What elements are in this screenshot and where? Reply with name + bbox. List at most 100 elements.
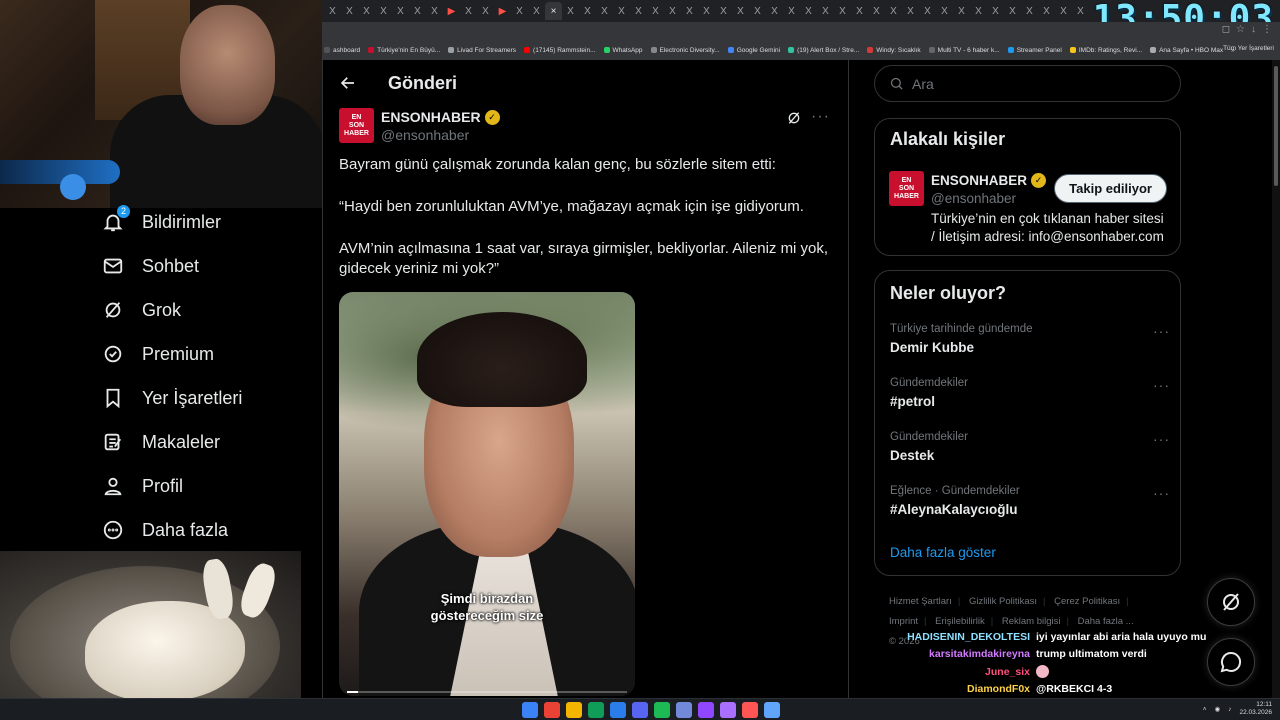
browser-tab[interactable]: X [936, 2, 953, 20]
taskbar-app-icon[interactable] [522, 702, 538, 718]
browser-tab[interactable]: X [749, 2, 766, 20]
browser-tab[interactable]: X [358, 2, 375, 20]
footer-link[interactable]: Daha fazla ... [1078, 616, 1134, 627]
trend-item[interactable]: Gündemdekiler Destek ··· [890, 431, 1170, 477]
nav-grok[interactable]: Grok [88, 288, 318, 332]
browser-tab[interactable]: X [324, 2, 341, 20]
browser-tab[interactable]: X [392, 2, 409, 20]
bookmark-item[interactable]: Windy: Sıcaklık [867, 47, 921, 54]
browser-tab[interactable]: X [1004, 2, 1021, 20]
trend-more-button[interactable]: ··· [1153, 377, 1170, 393]
browser-tab[interactable]: X [1021, 2, 1038, 20]
extensions-icon[interactable]: ◻ [1222, 24, 1230, 35]
post-more-button[interactable]: ··· [811, 108, 830, 126]
taskbar-app-icon[interactable] [764, 702, 780, 718]
bookmark-item[interactable]: Streamer Panel [1007, 47, 1062, 54]
bookmark-item[interactable]: (17145) Rammstein... [524, 47, 596, 54]
trend-item[interactable]: Gündemdekiler #petrol ··· [890, 377, 1170, 423]
page-scrollbar[interactable] [1272, 60, 1280, 700]
bookmark-item[interactable]: ashboard [324, 47, 360, 54]
bookmark-item[interactable]: Multi TV - 6 haber k... [928, 47, 1000, 54]
trend-more-button[interactable]: ··· [1153, 485, 1170, 501]
browser-tab[interactable]: X [817, 2, 834, 20]
browser-tab[interactable]: X [919, 2, 936, 20]
browser-tab[interactable]: X [1038, 2, 1055, 20]
taskbar-app-icon[interactable] [654, 702, 670, 718]
nav-profile[interactable]: Profil [88, 464, 318, 508]
back-button[interactable] [330, 65, 366, 101]
taskbar-app-icon[interactable] [544, 702, 560, 718]
bookmark-item[interactable]: Electronic Diversity... [650, 47, 720, 54]
browser-tab[interactable]: X [562, 2, 579, 20]
browser-tab[interactable]: X [987, 2, 1004, 20]
related-handle[interactable]: @ensonhaber [931, 191, 1016, 206]
nav-bookmarks[interactable]: Yer İşaretleri [88, 376, 318, 420]
menu-icon[interactable]: ⋮ [1262, 24, 1272, 35]
browser-tab[interactable]: X [460, 2, 477, 20]
trend-more-button[interactable]: ··· [1153, 323, 1170, 339]
browser-tab[interactable]: X [953, 2, 970, 20]
browser-tab[interactable]: X [868, 2, 885, 20]
search-input[interactable] [912, 75, 1152, 92]
footer-link[interactable]: Imprint [889, 616, 918, 627]
browser-tab[interactable]: X [766, 2, 783, 20]
taskbar-app-icon[interactable] [588, 702, 604, 718]
bookmark-item[interactable]: Livad For Streamers [448, 47, 516, 54]
taskbar-app-icon[interactable] [610, 702, 626, 718]
taskbar-app-icon[interactable] [720, 702, 736, 718]
taskbar-app-icon[interactable] [742, 702, 758, 718]
trend-item[interactable]: Eğlence · Gündemdekiler #AleynaKalaycıoğ… [890, 485, 1170, 531]
video-progress-bar[interactable] [347, 691, 627, 693]
browser-tab[interactable]: X [970, 2, 987, 20]
volume-icon[interactable]: ♪ [1228, 706, 1231, 713]
browser-tab[interactable]: X [579, 2, 596, 20]
footer-link[interactable]: Reklam bilgisi [1002, 616, 1061, 627]
chevron-up-icon[interactable]: ˄ [1203, 706, 1207, 713]
browser-tab[interactable]: X [647, 2, 664, 20]
footer-link[interactable]: Gizlilik Politikası [969, 596, 1037, 607]
browser-tab[interactable]: X [341, 2, 358, 20]
browser-tab[interactable]: X [715, 2, 732, 20]
footer-link[interactable]: Hizmet Şartları [889, 596, 952, 607]
search-box[interactable] [874, 65, 1181, 102]
bookmark-item[interactable]: Google Gemini [727, 47, 780, 54]
footer-link[interactable]: Çerez Politikası [1054, 596, 1120, 607]
scrollbar-thumb[interactable] [1274, 66, 1278, 186]
trend-item[interactable]: Türkiye tarihinde gündemde Demir Kubbe ·… [890, 323, 1170, 369]
nav-premium[interactable]: Premium [88, 332, 318, 376]
taskbar-clock[interactable]: 12:11 22.03.2026 [1239, 701, 1272, 717]
browser-tab[interactable]: X [681, 2, 698, 20]
browser-tab[interactable]: X [596, 2, 613, 20]
browser-tab[interactable]: X [698, 2, 715, 20]
bookmark-item[interactable]: Türkiye'nin En Büyü... [368, 47, 440, 54]
bookmark-item[interactable]: Ana Sayfa • HBO Max [1150, 47, 1223, 54]
browser-tab[interactable]: ▶ [494, 2, 511, 20]
browser-tab[interactable]: X [613, 2, 630, 20]
browser-tab[interactable]: X [885, 2, 902, 20]
browser-tab[interactable]: X [1072, 2, 1089, 20]
grok-explain-button[interactable] [786, 110, 806, 130]
following-button[interactable]: Takip ediliyor [1054, 174, 1167, 203]
bookmark-item[interactable]: WhatsApp [603, 47, 643, 54]
download-icon[interactable]: ↓ [1251, 24, 1256, 35]
author-avatar[interactable]: EN SON HABER [339, 108, 374, 143]
browser-tab[interactable]: X [902, 2, 919, 20]
browser-tab[interactable]: ▶ [443, 2, 460, 20]
taskbar-app-icon[interactable] [676, 702, 692, 718]
show-more-link[interactable]: Daha fazla göster [890, 545, 996, 560]
bookmark-item[interactable]: (19) Alert Box / Stre... [788, 47, 859, 54]
browser-tab[interactable]: X [732, 2, 749, 20]
nav-articles[interactable]: Makaleler [88, 420, 318, 464]
nav-notifications[interactable]: 2 Bildirimler [88, 200, 318, 244]
taskbar-app-icon[interactable] [566, 702, 582, 718]
browser-tab[interactable]: X [375, 2, 392, 20]
browser-tab[interactable]: X [511, 2, 528, 20]
post-video[interactable]: Şimdi birazdan göstereceğim size [339, 292, 635, 696]
browser-tab[interactable]: X [800, 2, 817, 20]
browser-tab[interactable]: X [426, 2, 443, 20]
bookmark-item[interactable]: IMDb: Ratings, Revi... [1069, 47, 1142, 54]
related-avatar[interactable]: EN SON HABER [889, 171, 924, 206]
browser-tab[interactable]: X [477, 2, 494, 20]
browser-tab[interactable]: X [664, 2, 681, 20]
author-name[interactable]: ENSONHABER ✓ [381, 109, 500, 125]
